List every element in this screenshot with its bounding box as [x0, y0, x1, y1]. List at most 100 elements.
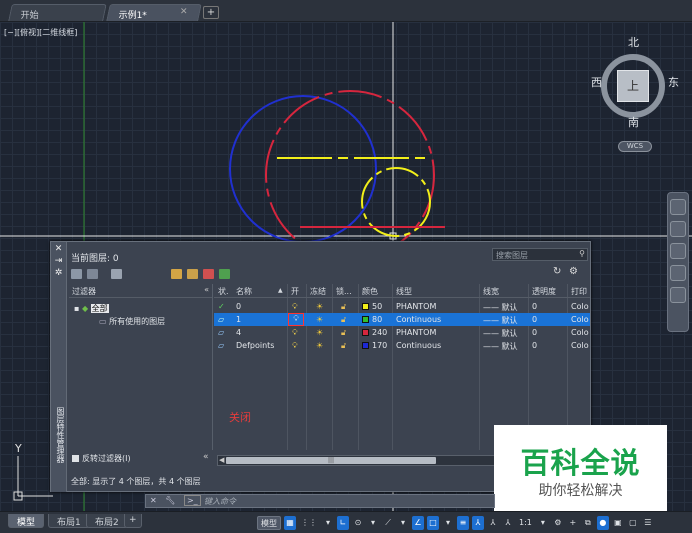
- col-name[interactable]: 名称: [236, 286, 252, 297]
- chevron-down-icon[interactable]: ▾: [322, 516, 334, 530]
- layer-linetype[interactable]: PHANTOM: [396, 328, 436, 337]
- tab-layout2[interactable]: 布局2: [86, 514, 128, 528]
- layer-row-0[interactable]: ✓ 0 💡︎ ☀ 🔓︎ 50 PHANTOM —— 默认 0 Colo: [214, 300, 590, 313]
- palette-titlebar[interactable]: ✕ ⇥ ✲ 图层特性管理器: [51, 242, 67, 492]
- layer-lineweight[interactable]: —— 默认: [483, 302, 518, 313]
- new-tab-button[interactable]: +: [203, 6, 219, 19]
- lineweight-icon[interactable]: ≡: [457, 515, 469, 530]
- layer-plot-style[interactable]: Colo: [571, 302, 589, 311]
- steeringwheel-icon[interactable]: [670, 199, 686, 215]
- layer-row-3[interactable]: ▱ Defpoints 💡︎ ☀ 🔓︎ 170 Continuous —— 默认…: [214, 339, 590, 352]
- menu-icon[interactable]: ☰: [642, 516, 654, 530]
- object-snap-tracking-icon[interactable]: ∠: [412, 515, 424, 530]
- col-color[interactable]: 颜色: [362, 286, 378, 297]
- tree-node-used-layers[interactable]: ▭ 所有使用的图层: [99, 316, 165, 327]
- object-snap-icon[interactable]: □: [427, 515, 439, 530]
- viewcube-north[interactable]: 北: [628, 34, 639, 50]
- plus-icon[interactable]: +: [567, 516, 579, 530]
- layer-color[interactable]: 240: [362, 328, 387, 337]
- ortho-icon[interactable]: ∟: [337, 515, 349, 530]
- layer-plot-style[interactable]: Colo: [571, 315, 589, 324]
- layer-plot-style[interactable]: Colo: [571, 328, 589, 337]
- layer-lineweight[interactable]: —— 默认: [483, 315, 518, 326]
- gear-icon[interactable]: ⚙: [569, 266, 578, 277]
- command-input[interactable]: 键入命令: [204, 496, 236, 507]
- clean-screen-icon[interactable]: ▢: [627, 516, 639, 530]
- lightbulb-on-icon[interactable]: 💡︎: [292, 302, 298, 312]
- layer-row-2[interactable]: ▱ 4 💡︎ ☀ 🔓︎ 240 PHANTOM —— 默认 0 Colo: [214, 326, 590, 339]
- layer-linetype[interactable]: Continuous: [396, 341, 441, 350]
- horizontal-scrollbar[interactable]: ◀ |||: [217, 455, 500, 466]
- viewcube-east[interactable]: 东: [668, 74, 679, 90]
- layer-color[interactable]: 50: [362, 302, 382, 311]
- new-vp-frozen-layer-icon[interactable]: [187, 269, 198, 279]
- checkbox-icon[interactable]: [72, 455, 79, 462]
- lightbulb-on-icon[interactable]: 💡︎: [292, 328, 298, 338]
- layer-transparency[interactable]: 0: [532, 302, 537, 311]
- sun-icon[interactable]: ☀: [316, 315, 323, 324]
- col-status[interactable]: 状.: [218, 286, 229, 297]
- sun-icon[interactable]: ☀: [316, 328, 323, 337]
- unlock-icon[interactable]: 🔓︎: [341, 341, 346, 351]
- unlock-icon[interactable]: 🔓︎: [341, 328, 346, 338]
- close-icon[interactable]: ✕: [51, 244, 66, 254]
- layer-name[interactable]: 0: [236, 302, 241, 311]
- layer-name[interactable]: Defpoints: [236, 341, 274, 350]
- orbit-icon[interactable]: [670, 265, 686, 281]
- lightbulb-on-icon[interactable]: 💡︎: [292, 341, 298, 351]
- collapse-icon[interactable]: «: [203, 452, 209, 462]
- add-layout-button[interactable]: +: [124, 514, 142, 528]
- isolate-objects-icon[interactable]: ●: [596, 515, 609, 530]
- col-lineweight[interactable]: 线宽: [483, 286, 499, 297]
- properties-icon[interactable]: ✲: [51, 268, 66, 278]
- collapse-icon[interactable]: «: [204, 285, 209, 294]
- new-layer-icon[interactable]: [171, 269, 182, 279]
- viewcube-west[interactable]: 西: [591, 74, 602, 90]
- chevron-down-icon[interactable]: ▾: [367, 516, 379, 530]
- command-history-icon[interactable]: >_: [183, 495, 201, 506]
- layer-plot-style[interactable]: Colo: [571, 341, 589, 350]
- layer-name[interactable]: 4: [236, 328, 241, 337]
- tree-node-all[interactable]: ▪ ◆ 全部: [74, 303, 109, 314]
- layer-row-1[interactable]: ▱ 1 💡︎ ☀ 🔓︎ 80 Continuous —— 默认 0 Colo: [214, 313, 590, 326]
- hardware-acceleration-icon[interactable]: ▣: [612, 516, 624, 530]
- unlock-icon[interactable]: 🔓︎: [341, 302, 346, 312]
- sun-icon[interactable]: ☀: [316, 302, 323, 311]
- lightbulb-off-icon[interactable]: 💡︎: [288, 313, 304, 326]
- showmotion-icon[interactable]: [670, 287, 686, 303]
- tab-model[interactable]: 模型: [8, 514, 45, 528]
- col-plot[interactable]: 打印: [571, 286, 587, 297]
- col-on[interactable]: 开: [291, 286, 299, 297]
- polar-icon[interactable]: ⊙: [352, 516, 364, 530]
- tab-start[interactable]: 开始: [8, 4, 107, 21]
- col-freeze[interactable]: 冻结: [310, 286, 326, 297]
- tree-toggle-icon[interactable]: ▪: [74, 304, 79, 313]
- layer-color[interactable]: 80: [362, 315, 382, 324]
- annotation-visibility-icon[interactable]: ⅄: [487, 516, 499, 530]
- close-icon[interactable]: ✕: [150, 496, 157, 505]
- zoom-icon[interactable]: [670, 243, 686, 259]
- layer-linetype[interactable]: Continuous: [396, 315, 441, 324]
- sun-icon[interactable]: ☀: [316, 341, 323, 350]
- col-linetype[interactable]: 线型: [396, 286, 412, 297]
- isodraft-icon[interactable]: ⟋: [382, 516, 394, 530]
- scroll-left-icon[interactable]: ◀: [219, 456, 224, 464]
- layer-transparency[interactable]: 0: [532, 341, 537, 350]
- delete-layer-icon[interactable]: [203, 269, 214, 279]
- chevron-down-icon[interactable]: ▾: [442, 516, 454, 530]
- snap-icon[interactable]: ⋮⋮: [299, 516, 319, 530]
- layer-lineweight[interactable]: —— 默认: [483, 341, 518, 352]
- layer-transparency[interactable]: 0: [532, 328, 537, 337]
- set-current-icon[interactable]: [219, 269, 230, 279]
- wcs-menu[interactable]: WCS: [618, 141, 652, 152]
- grid-icon[interactable]: ▦: [284, 515, 296, 530]
- wrench-icon[interactable]: 🔧︎: [165, 496, 175, 505]
- model-space-button[interactable]: 模型: [257, 515, 281, 530]
- layer-name[interactable]: 1: [236, 315, 241, 324]
- scroll-thumb[interactable]: |||: [226, 457, 436, 464]
- pan-icon[interactable]: [670, 221, 686, 237]
- command-line[interactable]: ✕ 🔧︎ >_ 键入命令: [145, 494, 495, 508]
- close-icon[interactable]: ✕: [180, 7, 188, 17]
- layer-transparency[interactable]: 0: [532, 315, 537, 324]
- viewcube-top-face[interactable]: 上: [617, 70, 649, 102]
